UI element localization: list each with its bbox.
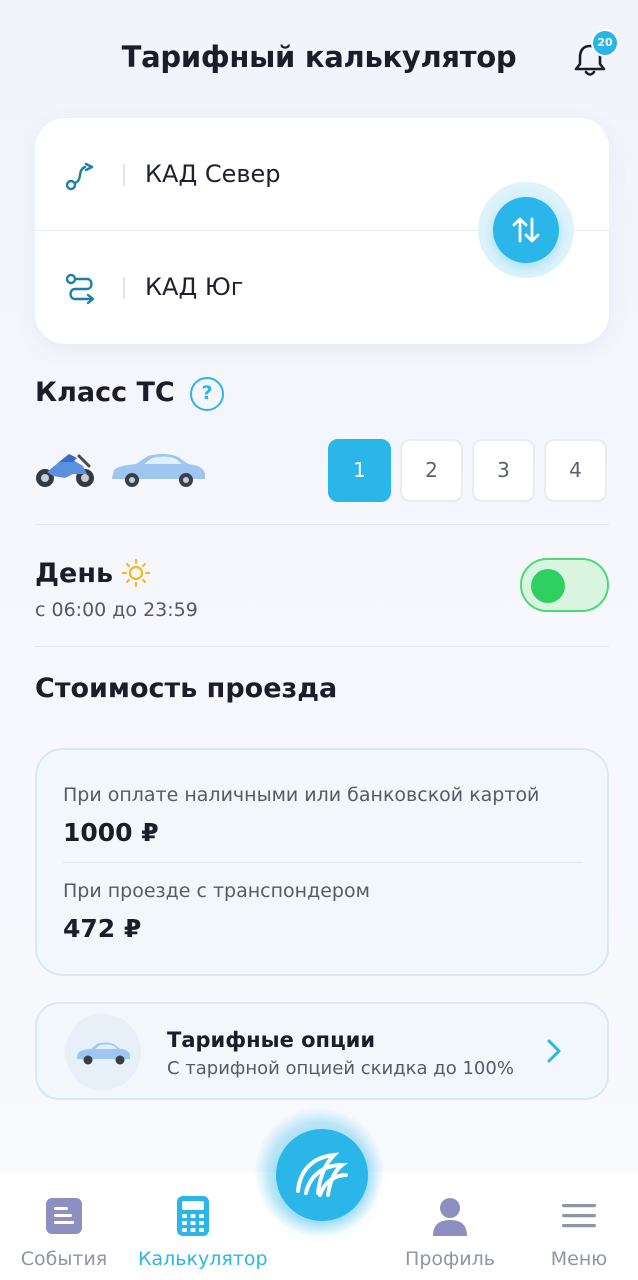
route-separator	[123, 164, 125, 186]
logo-icon	[296, 1152, 348, 1197]
route-card: КАД Север КАД Юг	[35, 118, 609, 344]
swap-arrows-icon	[512, 217, 540, 243]
transponder-price-label: При проезде с транспондером	[63, 880, 370, 902]
notification-badge: 20	[591, 29, 619, 57]
tab-menu[interactable]: Меню	[524, 1196, 634, 1270]
swap-route-button[interactable]	[493, 197, 559, 263]
header: Тарифный калькулятор 20	[0, 0, 638, 110]
tab-profile[interactable]: Профиль	[395, 1196, 505, 1270]
route-end-icon	[65, 273, 95, 305]
divider	[35, 646, 609, 647]
tariff-car-icon	[65, 1014, 141, 1090]
vehicle-class-title: Класс ТС	[35, 377, 175, 408]
vehicle-class-1-button[interactable]: 1	[328, 439, 391, 502]
vehicle-class-2-button[interactable]: 2	[400, 439, 463, 502]
tariff-options-title: Тарифные опции	[167, 1028, 376, 1052]
tab-calculator[interactable]: Калькулятор	[138, 1196, 268, 1270]
profile-icon	[433, 1198, 467, 1236]
calculator-icon	[177, 1196, 209, 1236]
route-to-text: КАД Юг	[145, 273, 244, 301]
events-icon	[46, 1198, 82, 1234]
tab-events[interactable]: События	[9, 1196, 119, 1270]
help-button[interactable]: ?	[190, 377, 224, 411]
tariff-options-subtitle: С тарифной опцией скидка до 100%	[167, 1058, 514, 1079]
tab-menu-label: Меню	[550, 1248, 608, 1270]
tariff-options-card[interactable]: Тарифные опции С тарифной опцией скидка …	[35, 1002, 609, 1100]
cost-title: Стоимость проезда	[35, 673, 338, 704]
cash-price-value: 1000 ₽	[63, 818, 159, 847]
sun-icon	[121, 558, 151, 588]
divider	[35, 524, 609, 525]
page-title: Тарифный калькулятор	[121, 40, 517, 74]
vehicle-class-4-button[interactable]: 4	[544, 439, 607, 502]
car-icon	[112, 453, 205, 487]
transponder-price-value: 472 ₽	[63, 914, 142, 943]
chevron-right-icon	[547, 1039, 561, 1063]
day-hours: с 06:00 до 23:59	[35, 599, 198, 621]
center-action-button[interactable]	[276, 1129, 368, 1221]
tab-events-label: События	[20, 1248, 108, 1270]
toggle-knob	[531, 569, 565, 603]
day-toggle[interactable]	[520, 558, 609, 612]
motorcycle-icon	[36, 454, 94, 487]
route-from-text: КАД Север	[145, 160, 281, 188]
price-divider	[63, 862, 583, 863]
menu-icon	[562, 1204, 596, 1228]
day-title: День	[35, 558, 114, 589]
route-start-icon	[65, 162, 94, 191]
price-card: При оплате наличными или банковской карт…	[35, 748, 609, 976]
tab-profile-label: Профиль	[405, 1248, 495, 1270]
vehicle-class-3-button[interactable]: 3	[472, 439, 535, 502]
route-separator	[123, 277, 125, 299]
cash-price-label: При оплате наличными или банковской карт…	[63, 784, 540, 806]
tab-calculator-label: Калькулятор	[138, 1248, 268, 1270]
